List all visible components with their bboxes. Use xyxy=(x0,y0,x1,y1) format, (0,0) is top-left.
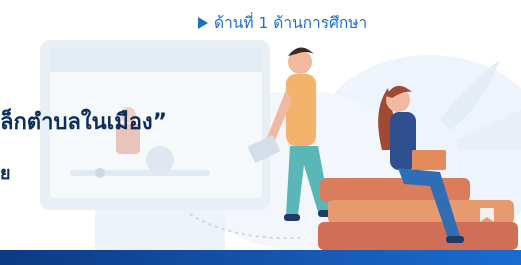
banner: ด้านที่ 1 ด้านการศึกษา ล็กตำบลในเมือง” ย xyxy=(0,0,521,265)
bottom-bar xyxy=(0,250,521,265)
headline: ล็กตำบลในเมือง” xyxy=(0,104,270,139)
subline-text: ย xyxy=(0,163,11,184)
category-label: ด้านที่ 1 ด้านการศึกษา xyxy=(198,10,367,35)
category-text: ด้านที่ 1 ด้านการศึกษา xyxy=(214,14,368,32)
play-triangle-icon xyxy=(198,16,208,29)
subline: ย xyxy=(0,158,30,187)
headline-text: ล็กตำบลในเมือง” xyxy=(0,110,168,135)
